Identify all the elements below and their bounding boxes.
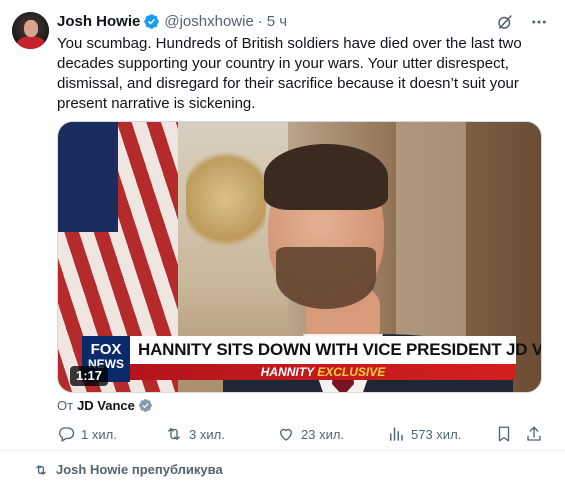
bookmark-icon <box>498 426 510 442</box>
video-player[interactable]: FOX NEWS HANNITY SITS DOWN WITH VICE PRE… <box>57 121 542 393</box>
repost-count: 3 хил. <box>189 426 225 442</box>
repost-button[interactable]: 3 хил. <box>165 425 225 443</box>
more-icon[interactable] <box>529 12 549 32</box>
separator-dot: · <box>257 12 263 30</box>
like-icon <box>280 428 292 441</box>
author-handle[interactable]: @joshxhowie <box>164 13 253 30</box>
bookmark-button[interactable] <box>495 425 519 443</box>
grok-icon[interactable] <box>495 12 515 32</box>
repost-indicator-text: Josh Howie препубликува <box>56 462 223 477</box>
reply-icon <box>59 427 75 442</box>
tweet-text: You scumbag. Hundreds of British soldier… <box>57 35 522 112</box>
news-subbanner: HANNITY EXCLUSIVE <box>130 364 516 380</box>
views-icon <box>390 427 403 441</box>
attribution-prefix: От <box>57 398 74 413</box>
like-button[interactable]: 23 хил. <box>277 425 344 443</box>
timestamp[interactable]: 5 ч <box>267 13 287 30</box>
news-banner: HANNITY SITS DOWN WITH VICE PRESIDENT JD… <box>130 336 541 364</box>
share-button[interactable] <box>525 425 549 443</box>
views-button[interactable]: 573 хил. <box>387 425 461 443</box>
share-icon <box>527 426 541 441</box>
repost-indicator[interactable]: Josh Howie препубликува <box>34 462 223 477</box>
reply-button[interactable]: 1 хил. <box>57 425 117 443</box>
verified-gray-icon <box>138 398 153 413</box>
repost-icon <box>36 464 46 475</box>
news-lower-third: FOX NEWS HANNITY SITS DOWN WITH VICE PRE… <box>82 336 541 382</box>
tweet-header: Josh Howie @joshxhowie · 5 ч <box>57 12 287 30</box>
author-name[interactable]: Josh Howie <box>57 13 140 30</box>
avatar[interactable] <box>12 12 49 49</box>
like-count: 23 хил. <box>301 426 345 442</box>
tweet-top-icons <box>495 12 549 32</box>
verified-icon[interactable] <box>143 13 160 30</box>
tweet-actions: 1 хил. 3 хил. 23 хил. 573 хил. <box>57 425 547 445</box>
views-count: 573 хил. <box>411 426 462 442</box>
attribution-name[interactable]: JD Vance <box>77 398 135 413</box>
tweet[interactable]: Josh Howie @joshxhowie · 5 ч You scumbag… <box>0 0 565 451</box>
video-attribution: От JD Vance <box>57 398 153 413</box>
repost-icon <box>168 428 180 440</box>
video-duration: 1:17 <box>70 366 109 386</box>
reply-count: 1 хил. <box>81 426 117 442</box>
